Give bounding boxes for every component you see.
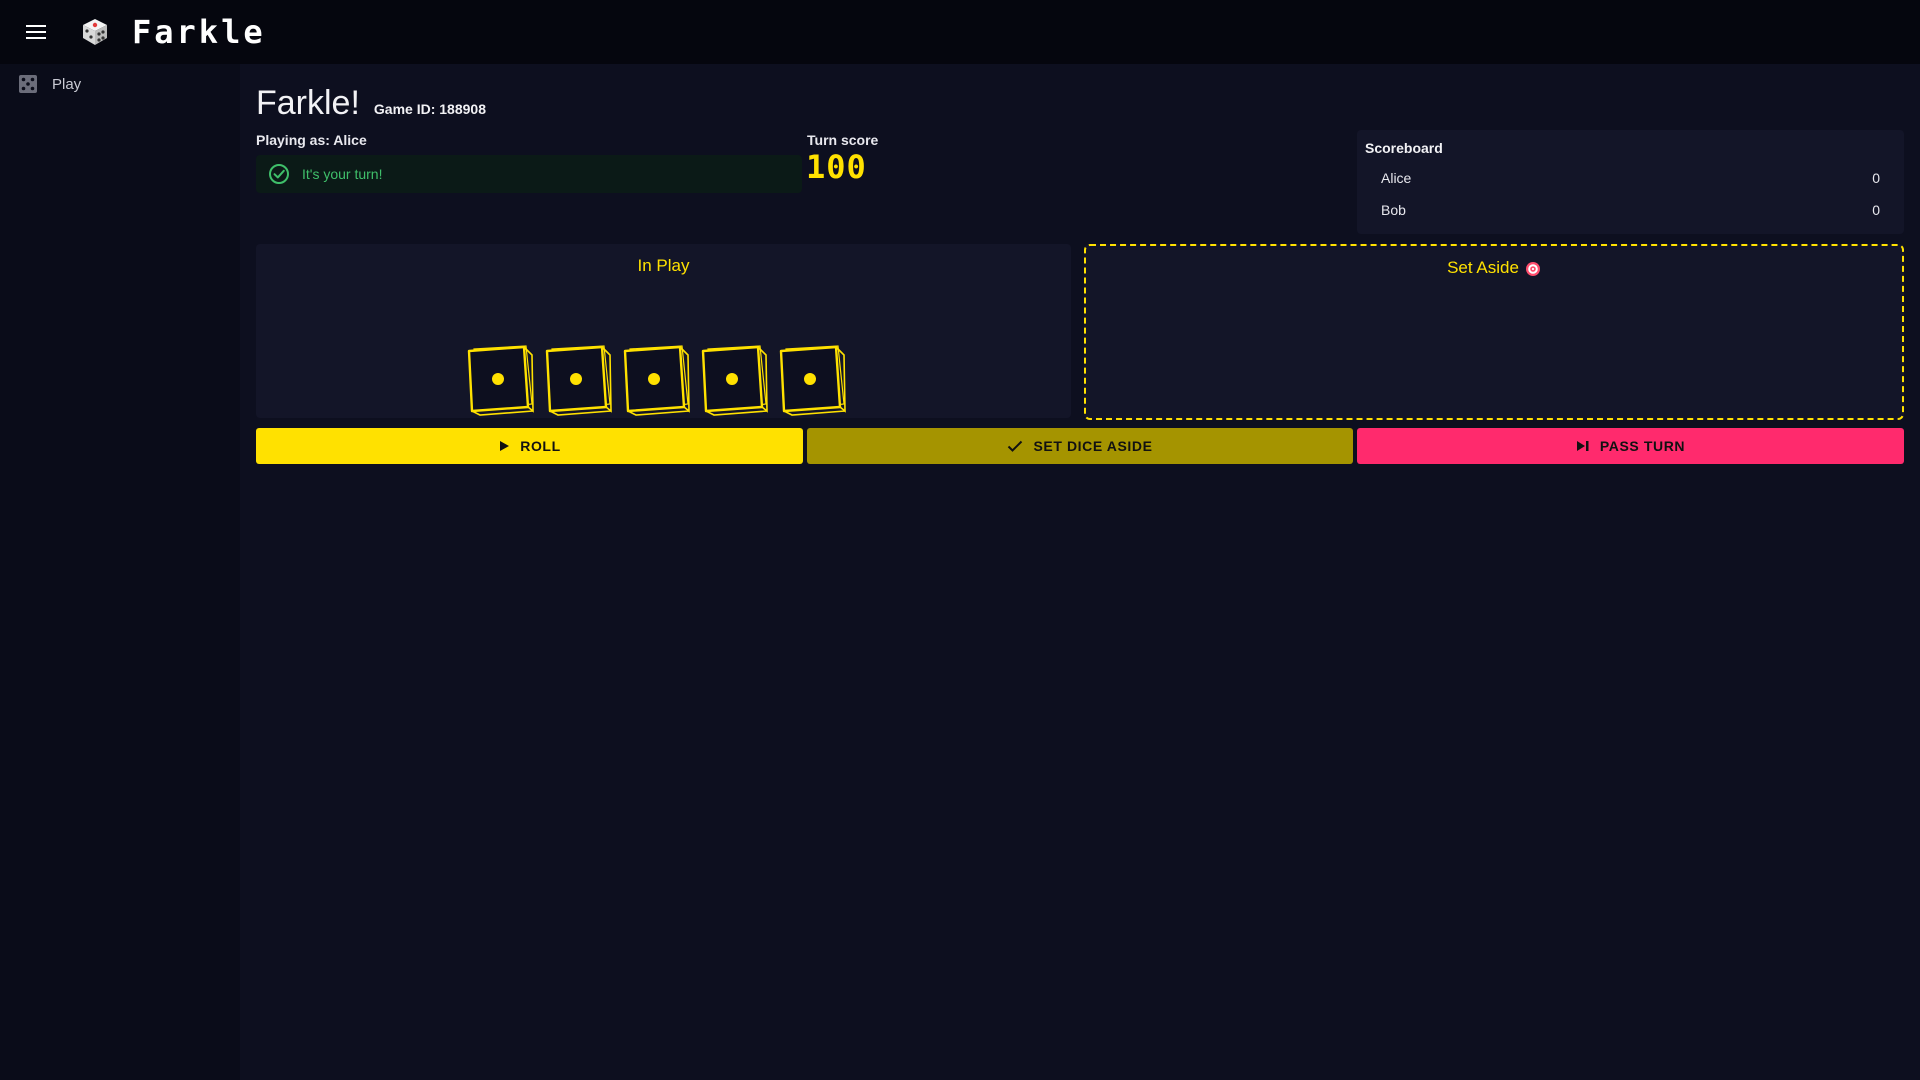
playing-as-label: Playing as: xyxy=(256,132,330,148)
page-title: Farkle! xyxy=(256,84,360,122)
scoreboard: Scoreboard Alice 0 Bob 0 xyxy=(1357,130,1904,234)
die-pip xyxy=(648,373,660,385)
die[interactable] xyxy=(700,341,768,416)
set-aside-title: Set Aside xyxy=(1447,258,1519,277)
play-icon xyxy=(498,440,510,452)
dice-logo-icon xyxy=(83,19,107,45)
scoreboard-player-score: 0 xyxy=(1872,170,1880,186)
set-aside-title-row: Set Aside xyxy=(1086,258,1902,278)
title-row: Farkle! Game ID: 188908 xyxy=(256,84,486,123)
pass-turn-button[interactable]: PASS TURN xyxy=(1357,428,1904,464)
die[interactable] xyxy=(622,341,690,416)
set-aside-panel[interactable]: Set Aside xyxy=(1084,244,1904,420)
scoreboard-row: Alice 0 xyxy=(1365,162,1896,194)
skip-next-icon xyxy=(1576,440,1590,452)
target-icon xyxy=(1525,261,1540,276)
roll-button-label: ROLL xyxy=(520,438,561,454)
scoreboard-row: Bob 0 xyxy=(1365,194,1896,226)
die[interactable] xyxy=(466,341,534,416)
die[interactable] xyxy=(544,341,612,416)
die[interactable] xyxy=(778,341,846,416)
sidebar: Play xyxy=(0,64,240,1080)
check-circle-icon xyxy=(269,164,289,184)
set-dice-aside-label: SET DICE ASIDE xyxy=(1033,438,1153,454)
pass-turn-label: PASS TURN xyxy=(1599,438,1686,454)
roll-button[interactable]: ROLL xyxy=(256,428,803,464)
turn-score-value: 100 xyxy=(806,148,867,186)
dice-row xyxy=(466,341,846,416)
die-pip xyxy=(492,373,504,385)
app-title: Farkle xyxy=(132,13,266,51)
in-play-title: In Play xyxy=(637,256,690,275)
player-name: Alice xyxy=(333,132,367,148)
in-play-panel: In Play xyxy=(256,244,1071,418)
turn-alert: It's your turn! xyxy=(256,155,802,193)
die-pip xyxy=(570,373,582,385)
sidebar-item-play[interactable]: Play xyxy=(0,64,240,104)
check-icon xyxy=(1007,440,1023,452)
scoreboard-player-score: 0 xyxy=(1872,202,1880,218)
sidebar-item-label: Play xyxy=(52,75,82,93)
menu-button[interactable] xyxy=(12,8,60,56)
menu-icon xyxy=(26,25,46,39)
scoreboard-title: Scoreboard xyxy=(1365,140,1443,156)
dice-grid-icon xyxy=(19,75,37,93)
set-dice-aside-button[interactable]: SET DICE ASIDE xyxy=(807,428,1353,464)
die-pip xyxy=(726,373,738,385)
game-id: Game ID: 188908 xyxy=(373,101,486,117)
scoreboard-player-name: Bob xyxy=(1381,202,1406,218)
app-bar: Farkle xyxy=(0,0,1920,64)
die-pip xyxy=(804,373,816,385)
scoreboard-player-name: Alice xyxy=(1381,170,1412,186)
playing-as: Playing as: Alice xyxy=(256,132,367,148)
turn-message: It's your turn! xyxy=(302,166,383,182)
turn-score-label: Turn score xyxy=(807,132,879,148)
